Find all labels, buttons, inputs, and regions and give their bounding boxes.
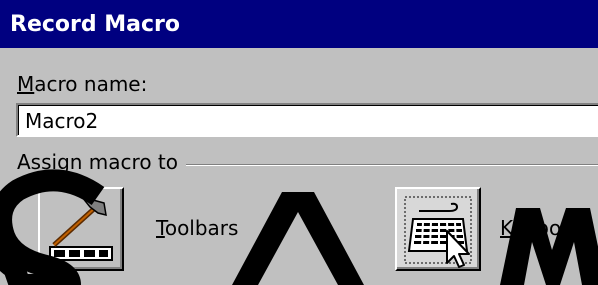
- assign-macro-group-label: Assign macro to: [17, 150, 178, 174]
- record-macro-dialog: Record Macro Macro name: Macro2 Assign m…: [0, 0, 598, 285]
- group-divider: [186, 164, 598, 166]
- toolbars-button[interactable]: [38, 187, 124, 271]
- dialog-title: Record Macro: [10, 12, 181, 37]
- keyboard-icon: [404, 196, 472, 268]
- toolbars-label: Toolbars: [156, 216, 239, 240]
- keyboard-button[interactable]: [395, 187, 481, 271]
- toolbar-hammer-icon: [49, 192, 113, 261]
- macro-name-input[interactable]: Macro2: [16, 103, 598, 137]
- dialog-titlebar[interactable]: Record Macro: [0, 0, 598, 48]
- macro-name-label: Macro name:: [17, 72, 148, 96]
- keyboard-label: Keyboard: [500, 216, 595, 240]
